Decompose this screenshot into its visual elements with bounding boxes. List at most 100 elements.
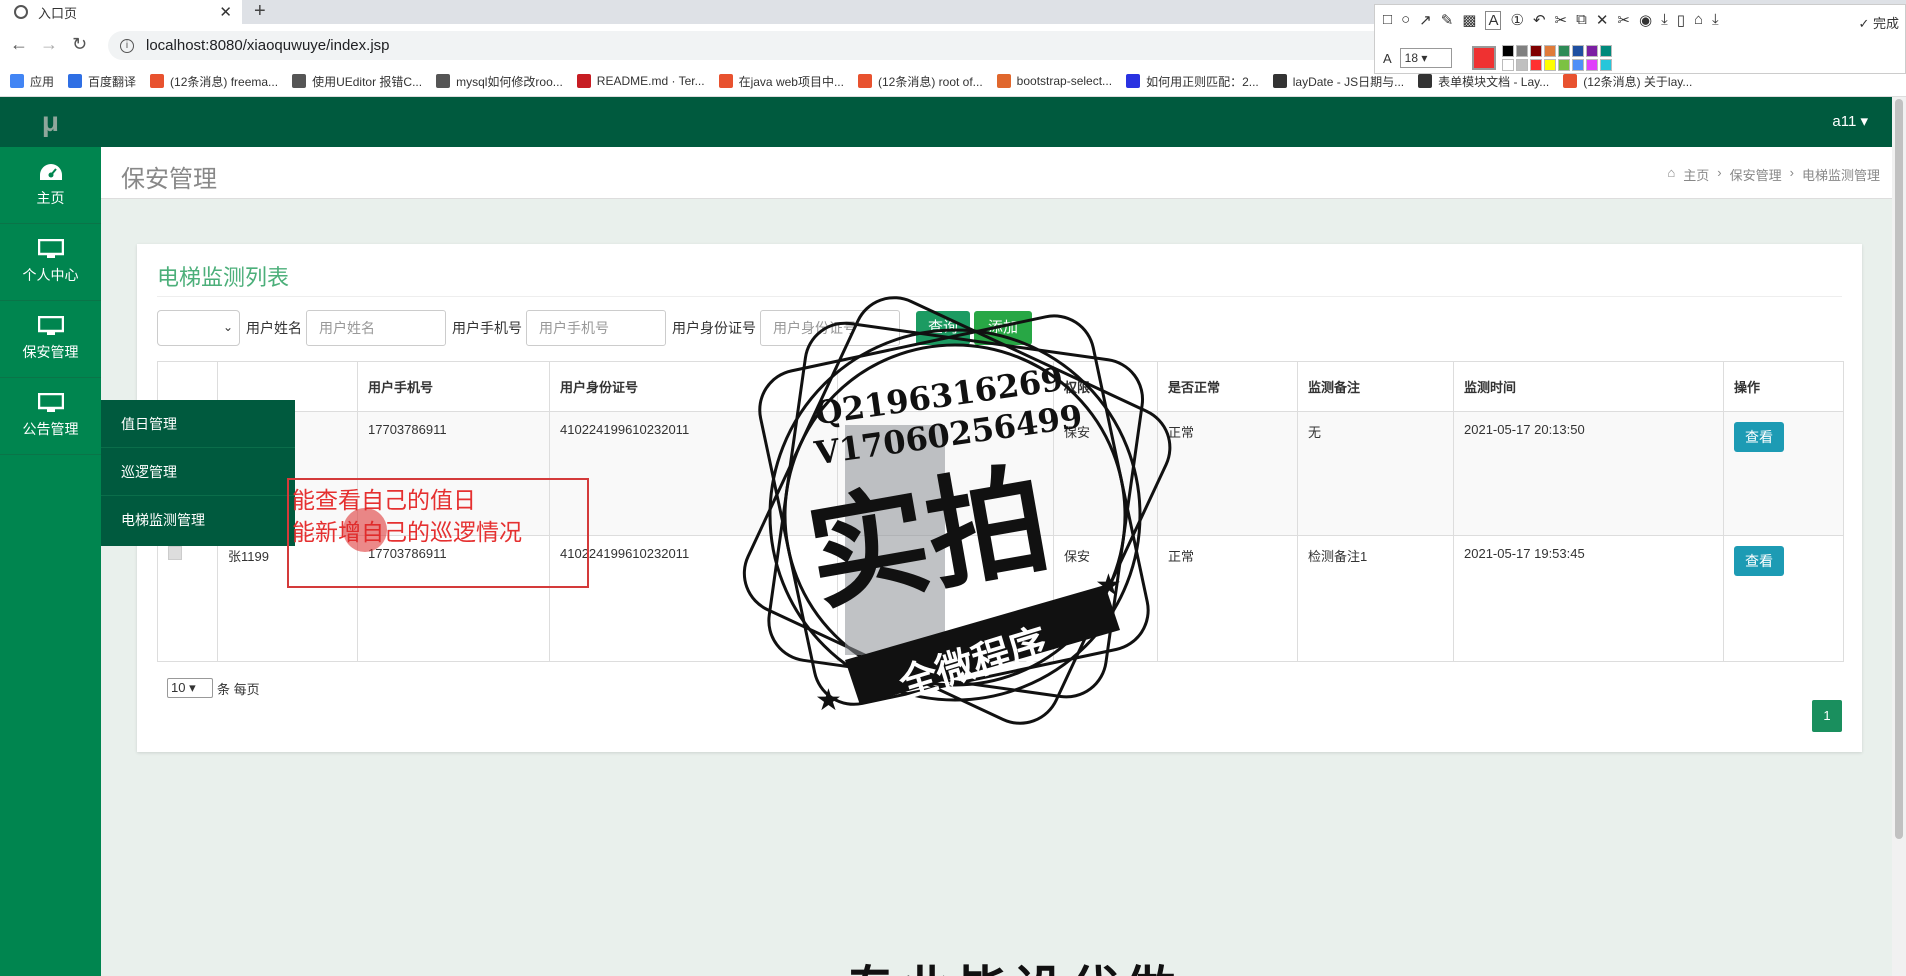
phone-icon[interactable]: ▯ <box>1677 11 1685 30</box>
bookmark-item[interactable]: (12条消息) root of... <box>857 73 983 90</box>
phone-label: 用户手机号 <box>452 320 522 336</box>
star-icon: ★ <box>1095 569 1122 602</box>
sidebar-item-label: 保安管理 <box>22 344 79 360</box>
submenu-item-patrol[interactable]: 巡逻管理 <box>101 448 295 496</box>
download-icon[interactable]: ⤓ <box>1661 11 1668 30</box>
annotation-line-2: 能新增自己的巡逻情况 <box>292 519 522 545</box>
bookmark-icon[interactable]: ⌂ <box>1694 11 1703 30</box>
col-header: 用户手机号 <box>357 361 550 412</box>
color-swatch[interactable] <box>1501 45 1514 57</box>
bookmark-label: 百度翻译 <box>88 74 137 89</box>
bookmark-item[interactable]: (12条消息) 关于lay... <box>1563 73 1692 90</box>
breadcrumb-home[interactable]: 主页 <box>1683 165 1709 184</box>
bookmark-item[interactable]: mysql如何修改roo... <box>436 73 563 90</box>
font-size-select[interactable]: 18 ▾ <box>1399 48 1452 68</box>
bookmark-label: 在java web项目中... <box>738 74 844 89</box>
page-header: 保安管理 ⌂ 主页 › 保安管理 › 电梯监测管理 <box>101 147 1906 199</box>
scrollbar-thumb[interactable] <box>1895 99 1903 839</box>
security-submenu: 值日管理 巡逻管理 电梯监测管理 <box>101 400 295 546</box>
color-swatch[interactable] <box>1599 59 1612 71</box>
bookmark-item[interactable]: 应用 <box>10 73 54 90</box>
bookmark-item[interactable]: 在java web项目中... <box>718 73 844 90</box>
info-icon[interactable]: i <box>120 38 134 53</box>
stamp-big-text: 实拍 <box>798 450 1058 629</box>
mosaic-tool-icon[interactable]: ▩ <box>1462 11 1476 30</box>
row-checkbox[interactable] <box>168 546 182 560</box>
chevron-right-icon: › <box>1717 165 1722 180</box>
color-swatch[interactable] <box>1543 59 1556 71</box>
copy-icon[interactable]: ⧉ <box>1576 11 1587 30</box>
color-swatch[interactable] <box>1515 45 1528 57</box>
bookmark-item[interactable]: 百度翻译 <box>68 73 136 90</box>
user-menu[interactable]: a11 ▾ <box>1832 112 1868 130</box>
brand-logo[interactable]: μ <box>0 97 101 147</box>
pen-tool-icon[interactable]: ✎ <box>1441 11 1454 30</box>
submenu-item-duty[interactable]: 值日管理 <box>101 400 295 448</box>
back-icon[interactable]: ← <box>10 34 28 55</box>
action-cell: 查看 <box>1723 411 1844 536</box>
arrow-tool-icon[interactable]: ↗ <box>1419 11 1432 30</box>
color-swatch[interactable] <box>1529 45 1542 57</box>
color-swatch[interactable] <box>1599 45 1612 57</box>
name-input[interactable]: 用户姓名 <box>306 310 446 346</box>
bookmark-label: 应用 <box>30 74 55 89</box>
bookmark-favicon-icon <box>1126 74 1141 88</box>
submenu-item-elevator[interactable]: 电梯监测管理 <box>101 496 295 544</box>
sidebar-item-notice[interactable]: 公告管理 <box>0 378 101 455</box>
sidebar-item-home[interactable]: 主页 <box>0 147 101 224</box>
filter-select[interactable]: ⌄ <box>157 310 240 346</box>
done-button[interactable]: ✓ 完成 <box>1858 13 1899 32</box>
reload-icon[interactable]: ↻ <box>72 34 87 55</box>
current-color-swatch[interactable] <box>1471 46 1496 70</box>
view-button[interactable]: 查看 <box>1734 422 1784 452</box>
pin-icon[interactable]: ✕ <box>1596 11 1609 30</box>
home-icon: ⌂ <box>1667 165 1676 180</box>
color-swatch[interactable] <box>1585 59 1598 71</box>
cut-icon[interactable]: ✂ <box>1555 11 1568 30</box>
phone-input[interactable]: 用户手机号 <box>526 310 666 346</box>
bookmark-item[interactable]: 使用UEditor 报错C... <box>292 73 422 90</box>
monitor-icon <box>37 239 64 258</box>
page-scrollbar[interactable] <box>1892 97 1906 976</box>
breadcrumb-security[interactable]: 保安管理 <box>1730 165 1782 184</box>
time-cell: 2021-05-17 19:53:45 <box>1453 535 1724 662</box>
forward-icon[interactable]: → <box>40 34 58 55</box>
action-cell: 查看 <box>1723 535 1844 662</box>
color-swatch[interactable] <box>1585 45 1598 57</box>
new-tab-button[interactable]: + <box>254 0 266 23</box>
sidebar-item-label: 个人中心 <box>22 267 79 283</box>
color-swatch[interactable] <box>1557 59 1570 71</box>
bookmark-item[interactable]: layDate - JS日期与... <box>1272 73 1404 90</box>
bookmark-label: (12条消息) root of... <box>877 74 983 89</box>
color-swatch[interactable] <box>1543 45 1556 57</box>
sidebar-item-security[interactable]: 保安管理 <box>0 301 101 378</box>
bookmark-favicon-icon <box>996 74 1011 88</box>
bookmark-item[interactable]: 表单模块文档 - Lay... <box>1418 73 1549 90</box>
color-swatch[interactable] <box>1571 59 1584 71</box>
page-button-1[interactable]: 1 <box>1812 700 1842 732</box>
bookmark-item[interactable]: (12条消息) freema... <box>150 73 278 90</box>
view-button[interactable]: 查看 <box>1734 546 1784 576</box>
text-tool-icon[interactable]: A <box>1485 11 1502 30</box>
color-swatch[interactable] <box>1515 59 1528 71</box>
url-text: localhost:8080/xiaoquwuye/index.jsp <box>146 37 390 54</box>
record-icon[interactable]: ◉ <box>1639 11 1652 30</box>
ellipse-tool-icon[interactable]: ○ <box>1401 11 1410 30</box>
bookmark-item[interactable]: 如何用正则匹配：2... <box>1126 73 1259 90</box>
bookmark-item[interactable]: README.md · Ter... <box>576 74 705 88</box>
translate-icon[interactable]: ✂ <box>1617 11 1630 30</box>
color-swatch[interactable] <box>1557 45 1570 57</box>
color-swatch[interactable] <box>1501 59 1514 71</box>
browser-tab[interactable]: 入口页 ✕ <box>0 0 242 24</box>
sidebar-item-profile[interactable]: 个人中心 <box>0 224 101 301</box>
rectangle-tool-icon[interactable]: □ <box>1383 11 1392 30</box>
number-tool-icon[interactable]: ① <box>1510 11 1523 30</box>
color-swatch[interactable] <box>1529 59 1542 71</box>
undo-icon[interactable]: ↶ <box>1533 11 1546 30</box>
pager: 10 ▾ 条 每页 <box>167 678 260 698</box>
save-icon[interactable]: ⤓ <box>1712 11 1719 30</box>
page-size-select[interactable]: 10 ▾ <box>167 678 213 698</box>
bookmark-item[interactable]: bootstrap-select... <box>996 74 1112 88</box>
color-swatch[interactable] <box>1571 45 1584 57</box>
close-tab-icon[interactable]: ✕ <box>219 3 232 21</box>
